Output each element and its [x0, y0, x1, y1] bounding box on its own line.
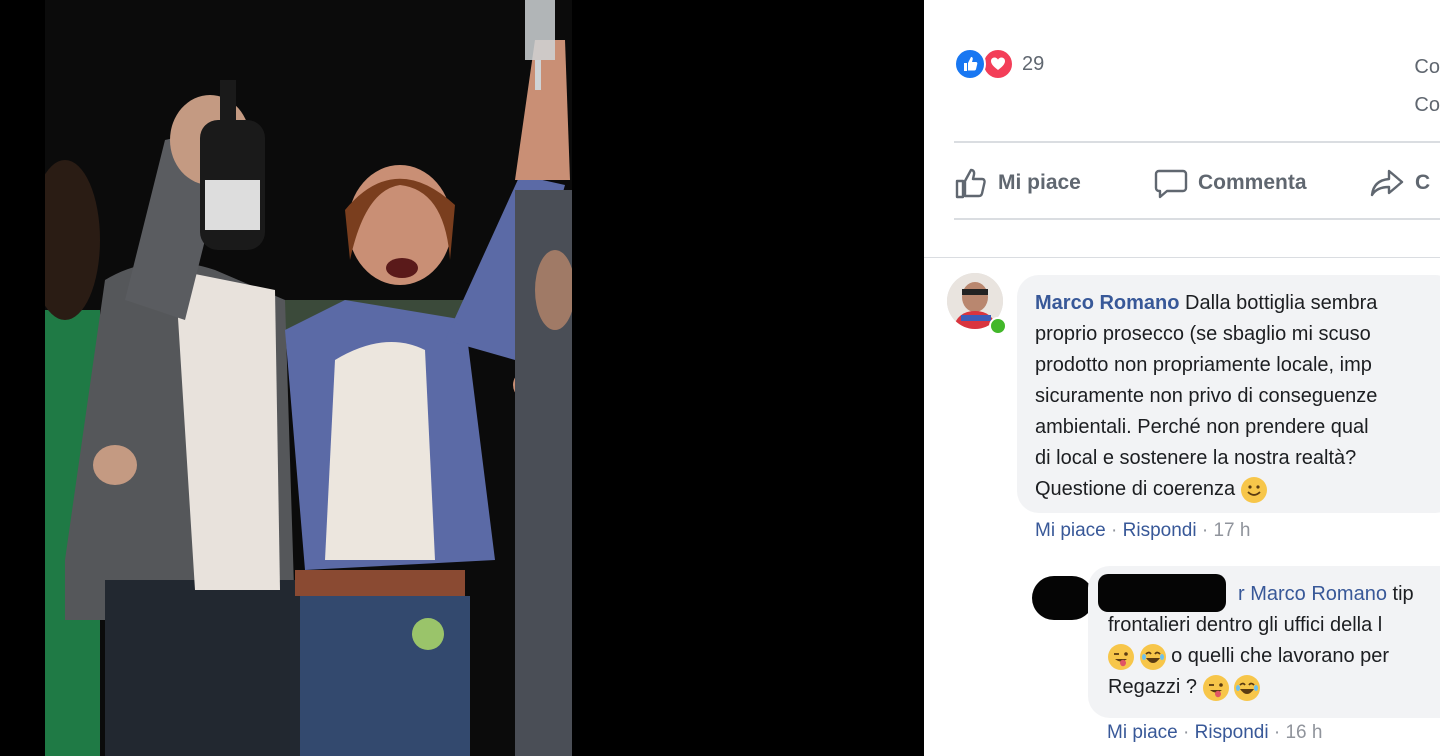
- comment-reply-link[interactable]: Rispondi: [1123, 520, 1197, 541]
- comment-line: Questione di coerenza: [1035, 478, 1236, 500]
- thumbs-up-icon: [955, 168, 986, 199]
- share-button[interactable]: C: [1369, 167, 1430, 199]
- reactions-summary[interactable]: 29: [954, 48, 1044, 80]
- smile-emoji-icon: [1240, 476, 1267, 503]
- reply-author-fragment[interactable]: r: [1238, 583, 1245, 605]
- divider: [954, 141, 1440, 143]
- comment-meta: Mi piace · Rispondi · 17 h: [1035, 520, 1250, 542]
- like-button[interactable]: Mi piace: [954, 167, 1154, 199]
- separator: ·: [1196, 520, 1214, 541]
- comment-icon: [1154, 169, 1188, 199]
- separator: ·: [1105, 520, 1123, 541]
- reply-timestamp[interactable]: 16 h: [1285, 722, 1322, 743]
- reply-line: tip: [1392, 583, 1414, 605]
- reactions-count: 29: [1022, 52, 1045, 75]
- laughing-emoji-icon: [1139, 643, 1166, 670]
- comment-line: ambientali. Perché non prendere qual: [1035, 416, 1369, 438]
- comment-line: prodotto non propriamente locale, imp: [1035, 354, 1372, 376]
- reply-like-link[interactable]: Mi piace: [1107, 722, 1178, 743]
- divider: [954, 218, 1440, 220]
- like-button-label: Mi piace: [998, 171, 1081, 194]
- laughing-emoji-icon: [1234, 674, 1261, 701]
- winking-tongue-emoji-icon: [1108, 643, 1134, 670]
- comment-line: di local e sostenere la nostra realtà?: [1035, 447, 1357, 469]
- comment-like-link[interactable]: Mi piace: [1035, 520, 1106, 541]
- online-status-dot: [989, 317, 1007, 335]
- comment-text: Marco Romano Dalla bottiglia sembra prop…: [1035, 288, 1440, 505]
- redacted-author-name: [1098, 574, 1226, 612]
- winking-tongue-emoji-icon: [1202, 674, 1229, 701]
- reply-line: frontalieri dentro gli uffici della l: [1108, 614, 1383, 636]
- reply-line: o quelli che lavorano per: [1171, 645, 1390, 667]
- reply-reply-link[interactable]: Rispondi: [1195, 722, 1269, 743]
- comments-count-link[interactable]: Co: [1400, 56, 1440, 79]
- separator: ·: [1177, 722, 1195, 743]
- photo-image: [45, 0, 572, 756]
- comment-line: proprio prosecco (se sbaglio mi scuso: [1035, 323, 1371, 345]
- comment-button[interactable]: Commenta: [1154, 167, 1369, 199]
- post-photo[interactable]: [45, 0, 572, 756]
- divider: [924, 257, 1440, 258]
- photo-viewer: [0, 0, 924, 756]
- share-icon: [1370, 169, 1404, 197]
- share-button-label: C: [1415, 171, 1431, 194]
- like-icon: [954, 48, 986, 80]
- reply-line: Regazzi ?: [1108, 676, 1197, 698]
- mention-link[interactable]: Marco Romano: [1250, 583, 1387, 605]
- love-icon: [982, 48, 1014, 80]
- reply-meta: Mi piace · Rispondi · 16 h: [1107, 722, 1322, 744]
- comment-author-link[interactable]: Marco Romano: [1035, 292, 1179, 314]
- post-actions-bar: Mi piace Commenta C: [954, 160, 1440, 206]
- comment-line: sicuramente non privo di conseguenze: [1035, 385, 1378, 407]
- comment-line: Dalla bottiglia sembra: [1185, 292, 1378, 314]
- shares-count-link[interactable]: Co: [1400, 94, 1440, 117]
- redacted-avatar: [1032, 576, 1094, 620]
- reply-bubble: r Marco Romano tip frontalieri dentro gl…: [1088, 566, 1440, 718]
- separator: ·: [1268, 722, 1286, 743]
- post-panel: 29 Co Co Mi piace Commenta C Marco Roman…: [924, 0, 1440, 756]
- comment-button-label: Commenta: [1198, 171, 1307, 194]
- comment-timestamp[interactable]: 17 h: [1213, 520, 1250, 541]
- comment-bubble: Marco Romano Dalla bottiglia sembra prop…: [1017, 275, 1440, 513]
